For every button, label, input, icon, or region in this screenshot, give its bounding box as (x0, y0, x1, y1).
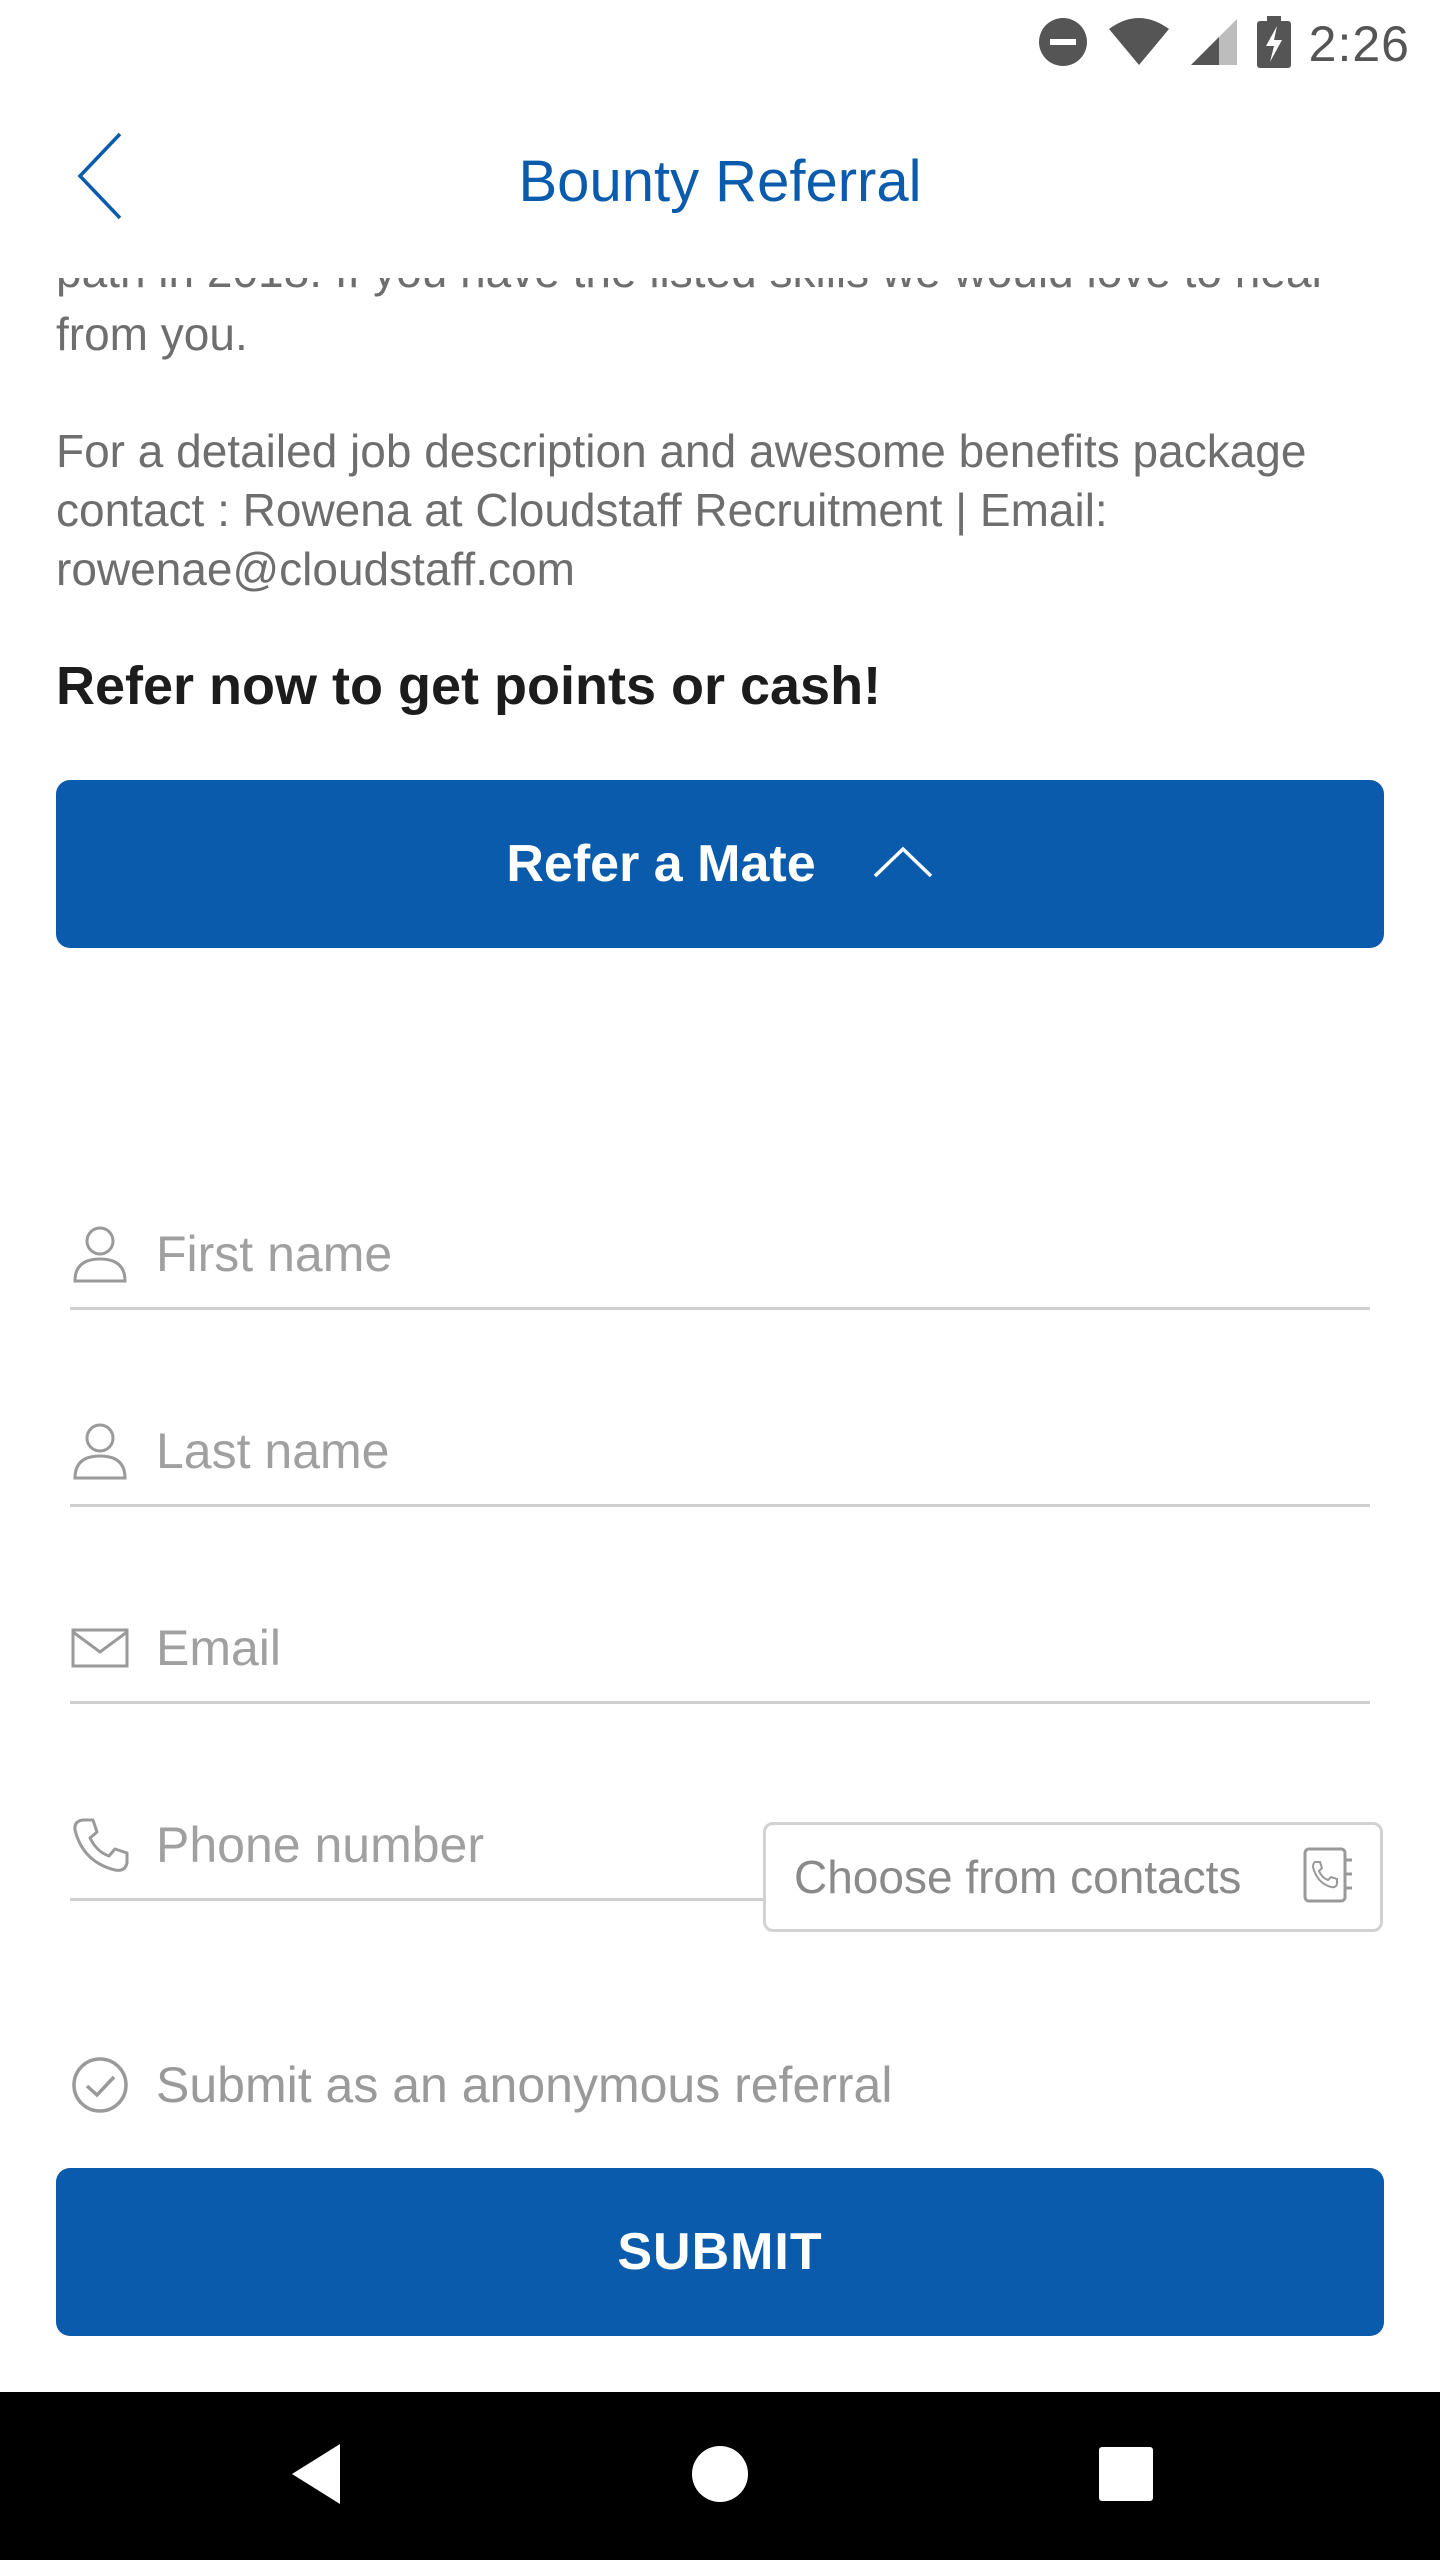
choose-from-contacts-label: Choose from contacts (794, 1851, 1242, 1903)
status-icons: 2:26 (1037, 14, 1410, 74)
submit-button[interactable]: SUBMIT (56, 2168, 1384, 2336)
first-name-field[interactable] (70, 1200, 1370, 1310)
page-title: Bounty Referral (518, 149, 922, 214)
refer-heading: Refer now to get points or cash! (56, 656, 882, 716)
last-name-field[interactable] (70, 1397, 1370, 1507)
status-bar: 2:26 (0, 0, 1440, 88)
refer-a-mate-label: Refer a Mate (506, 835, 816, 893)
phone-icon (70, 1815, 130, 1875)
person-icon (70, 1224, 130, 1284)
anonymous-referral-toggle[interactable]: Submit as an anonymous referral (70, 2045, 892, 2125)
app-header: Bounty Referral (0, 88, 1440, 278)
email-input[interactable] (156, 1618, 1336, 1677)
status-time: 2:26 (1308, 16, 1410, 72)
home-circle-icon (690, 2444, 750, 2509)
description-tail: from you. (56, 308, 248, 360)
first-name-input[interactable] (156, 1224, 1336, 1283)
nav-recents-button[interactable] (1086, 2436, 1166, 2516)
anonymous-referral-label: Submit as an anonymous referral (156, 2057, 893, 2113)
check-circle-icon (70, 2055, 130, 2115)
nav-home-button[interactable] (680, 2436, 760, 2516)
envelope-icon (70, 1618, 130, 1678)
system-nav-bar (0, 2392, 1440, 2560)
person-icon (70, 1421, 130, 1481)
do-not-disturb-icon (1037, 16, 1089, 73)
content-scroll[interactable]: path in 2018. If you have the listed ski… (0, 200, 1440, 2390)
submit-label: SUBMIT (617, 2223, 823, 2281)
contact-paragraph: For a detailed job description and aweso… (56, 425, 1307, 595)
email-field[interactable] (70, 1594, 1370, 1704)
wifi-icon (1107, 17, 1171, 72)
signal-icon (1189, 17, 1239, 72)
chevron-up-icon (872, 845, 934, 884)
nav-back-button[interactable] (276, 2436, 356, 2516)
refer-a-mate-button[interactable]: Refer a Mate (56, 780, 1384, 948)
choose-from-contacts-button[interactable]: Choose from contacts (763, 1822, 1383, 1932)
back-triangle-icon (288, 2442, 344, 2511)
battery-charging-icon (1256, 15, 1291, 73)
last-name-input[interactable] (156, 1421, 1336, 1480)
contact-book-icon (1302, 1846, 1354, 1909)
recents-square-icon (1099, 2446, 1153, 2506)
